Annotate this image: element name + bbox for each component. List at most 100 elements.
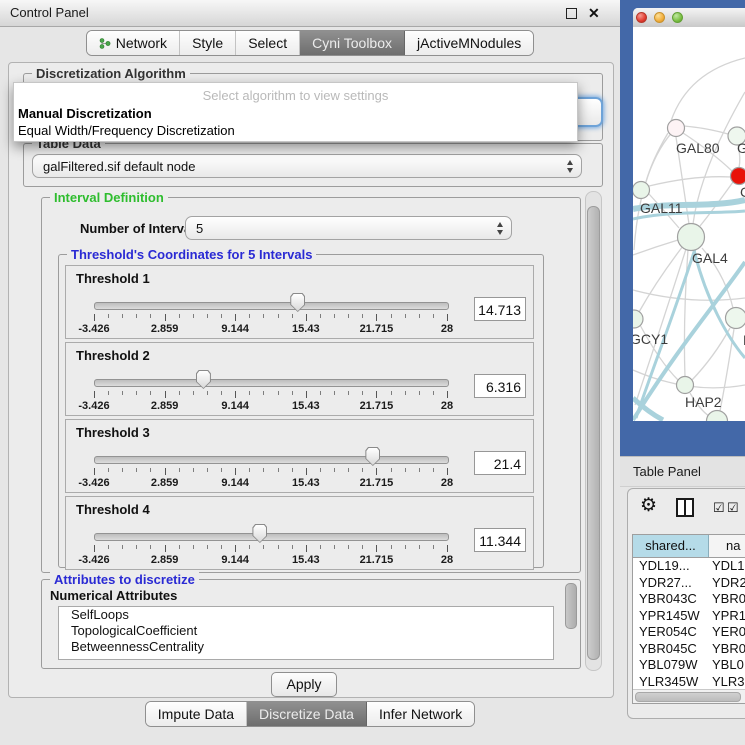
tab-discretize-data[interactable]: Discretize Data — [247, 702, 367, 726]
slider-tick — [122, 545, 123, 549]
table-row[interactable]: YLR345WYLR3 — [633, 674, 745, 691]
network-edge[interactable] — [684, 126, 728, 134]
slider-tick — [108, 391, 109, 395]
top-tab-group: NetworkStyleSelectCyni Toolbox jActiveMNo… — [86, 30, 535, 56]
table-data-combobox[interactable]: galFiltered.sif default node — [32, 154, 582, 178]
network-edge[interactable] — [692, 328, 730, 380]
column-header-shared[interactable]: shared... — [633, 535, 709, 557]
table-row[interactable]: YER054CYER0 — [633, 624, 745, 641]
slider-tick — [433, 391, 434, 395]
tab-jactivemnodules[interactable]: jActiveMNodules — [405, 31, 533, 55]
tab-label: Infer Network — [379, 706, 462, 722]
threshold-value-field[interactable]: 14.713 — [474, 297, 526, 321]
tab-cyni-toolbox[interactable]: Cyni Toolbox — [300, 31, 405, 55]
network-edge-highlighted[interactable] — [694, 250, 745, 358]
table-data-value: galFiltered.sif default node — [43, 159, 195, 174]
table-row[interactable]: YBL079WYBL0 — [633, 657, 745, 674]
slider-tick — [193, 545, 194, 549]
slider-tick-label: 15.43 — [292, 323, 320, 335]
spinner-arrows-icon — [497, 222, 503, 235]
network-node-h[interactable] — [726, 308, 745, 329]
network-node-c[interactable] — [731, 168, 745, 185]
network-canvas[interactable]: GAL80GCGAL11GAL4GCY1HHAP2 — [633, 27, 745, 421]
slider-tick-label: 28 — [441, 400, 453, 412]
table-row[interactable]: YDR27...YDR2 — [633, 575, 745, 592]
slider-tick-label: 21.715 — [360, 400, 394, 412]
slider-track[interactable] — [94, 379, 449, 387]
threshold-panel: Threshold 1-3.4262.8599.14415.4321.71528… — [65, 265, 534, 339]
scrollbar-thumb[interactable] — [587, 206, 600, 660]
slider-tick — [376, 314, 377, 321]
slider-tick — [122, 468, 123, 472]
slider-track[interactable] — [94, 456, 449, 464]
close-traffic-light-icon[interactable] — [636, 12, 647, 23]
slider-tick-label: -3.426 — [78, 323, 109, 335]
tab-impute-data[interactable]: Impute Data — [146, 702, 247, 726]
numerical-attributes-list[interactable]: SelfLoopsTopologicalCoefficientBetweenne… — [58, 606, 554, 660]
number-of-intervals-combobox[interactable]: 5 — [185, 216, 512, 240]
dropdown-option-manual[interactable]: Manual Discretization — [18, 106, 152, 121]
slider-tick — [150, 391, 151, 395]
network-node-gal80[interactable] — [668, 120, 685, 137]
slider-tick — [292, 391, 293, 395]
tab-select[interactable]: Select — [236, 31, 300, 55]
slider-tick-label: 9.144 — [221, 477, 249, 489]
network-node-gal11[interactable] — [633, 182, 650, 199]
list-item[interactable]: TopologicalCoefficient — [59, 623, 553, 639]
cyni-toolbox-panel: Discretization Algorithm Table Data galF… — [8, 62, 614, 698]
close-icon[interactable]: ✕ — [588, 4, 600, 22]
tab-style[interactable]: Style — [180, 31, 236, 55]
column-header-name[interactable]: na — [709, 535, 745, 557]
table-row[interactable]: YBR045CYBR0 — [633, 641, 745, 658]
threshold-value-field[interactable]: 21.4 — [474, 451, 526, 475]
slider-tick — [193, 468, 194, 472]
table-horizontal-scrollbar[interactable] — [633, 689, 745, 703]
slider-track[interactable] — [94, 533, 449, 541]
network-node-gal4[interactable] — [678, 224, 705, 251]
table-row[interactable]: YBR043CYBR0 — [633, 591, 745, 608]
checkbox-icon[interactable]: ☑ — [727, 500, 739, 516]
numerical-attributes-label: Numerical Attributes — [50, 588, 177, 603]
table-row[interactable]: YPR145WYPR1 — [633, 608, 745, 625]
slider-tick-label: 15.43 — [292, 400, 320, 412]
slider-track[interactable] — [94, 302, 449, 310]
panel-vertical-scrollbar[interactable] — [585, 191, 602, 671]
network-node-hap2[interactable] — [677, 377, 694, 394]
slider-tick — [94, 314, 95, 321]
slider-tick — [391, 545, 392, 549]
network-node-gcy1[interactable] — [633, 310, 643, 328]
slider-tick — [150, 545, 151, 549]
slider-tick — [362, 545, 363, 549]
tab-network[interactable]: Network — [87, 31, 180, 55]
slider-tick — [249, 545, 250, 549]
split-pane-icon[interactable] — [676, 498, 694, 517]
table-row[interactable]: YDL19...YDL1 — [633, 558, 745, 575]
dropdown-option-equal-width[interactable]: Equal Width/Frequency Discretization — [18, 123, 235, 138]
float-window-icon[interactable] — [566, 8, 577, 19]
network-node[interactable] — [707, 411, 728, 422]
tab-infer-network[interactable]: Infer Network — [367, 702, 474, 726]
list-item[interactable]: SelfLoops — [59, 607, 553, 623]
slider-tick — [108, 468, 109, 472]
apply-button[interactable]: Apply — [271, 672, 337, 697]
scrollbar-thumb[interactable] — [635, 692, 741, 702]
minimize-traffic-light-icon[interactable] — [654, 12, 665, 23]
threshold-label: Threshold 4 — [76, 502, 150, 517]
dropdown-placeholder: Select algorithm to view settings — [14, 88, 577, 103]
checkbox-icon[interactable]: ☑ — [713, 500, 725, 516]
slider-tick-label: 15.43 — [292, 477, 320, 489]
network-edge[interactable] — [633, 240, 678, 255]
cell-name: YBL0 — [708, 657, 745, 674]
tab-label: jActiveMNodules — [417, 35, 521, 51]
list-item[interactable]: BetweennessCentrality — [59, 639, 553, 655]
threshold-value-field[interactable]: 6.316 — [474, 374, 526, 398]
slider-tick — [447, 391, 448, 398]
slider-tick — [376, 545, 377, 552]
network-edge[interactable] — [646, 133, 668, 182]
network-edge[interactable] — [649, 177, 731, 186]
gear-icon[interactable]: ⚙ — [640, 494, 657, 517]
list-scrollbar-thumb[interactable] — [565, 583, 577, 629]
zoom-traffic-light-icon[interactable] — [672, 12, 683, 23]
threshold-value-field[interactable]: 11.344 — [474, 528, 526, 552]
table-panel-titlebar: Table Panel — [620, 456, 745, 487]
